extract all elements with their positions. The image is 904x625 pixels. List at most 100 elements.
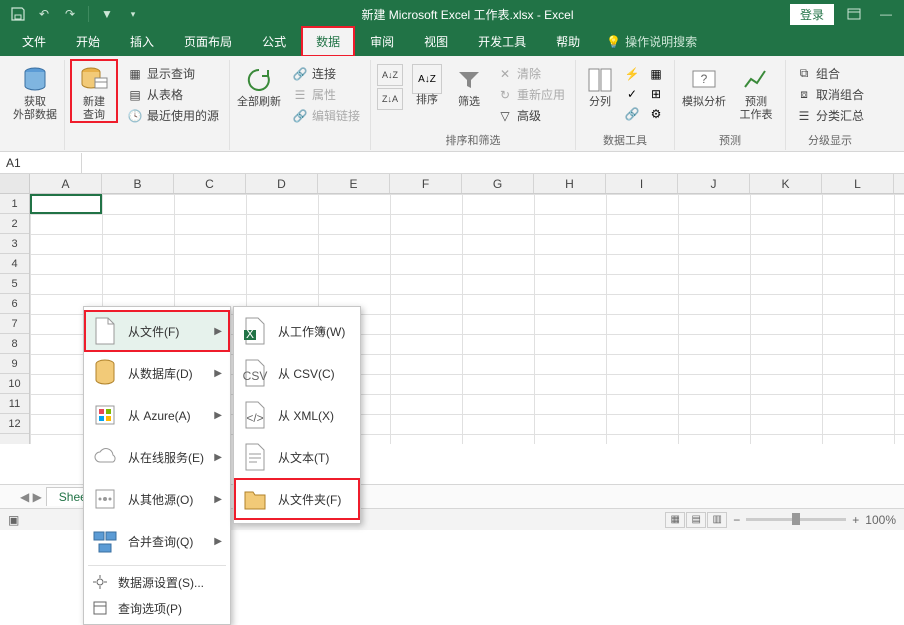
- flash-fill-icon[interactable]: ⚡: [624, 66, 640, 82]
- row-header[interactable]: 11: [0, 394, 29, 414]
- col-header[interactable]: J: [678, 174, 750, 193]
- name-box[interactable]: A1: [0, 153, 82, 173]
- col-header[interactable]: H: [534, 174, 606, 193]
- col-header[interactable]: C: [174, 174, 246, 193]
- new-query-button[interactable]: 新建 查询: [71, 60, 117, 122]
- tab-developer[interactable]: 开发工具: [464, 27, 540, 56]
- forecast-sheet-button[interactable]: 预测 工作表: [733, 60, 779, 122]
- tab-view[interactable]: 视图: [410, 27, 462, 56]
- col-header[interactable]: E: [318, 174, 390, 193]
- filter-icon[interactable]: ▼: [95, 3, 119, 25]
- row-header[interactable]: 4: [0, 254, 29, 274]
- consolidate-icon[interactable]: ⊞: [648, 86, 664, 102]
- col-header[interactable]: F: [390, 174, 462, 193]
- menu-item[interactable]: </>从 XML(X): [234, 394, 360, 436]
- data-validation-icon[interactable]: ✓: [624, 86, 640, 102]
- menu-item[interactable]: 从在线服务(E)▶: [84, 436, 230, 478]
- tab-review[interactable]: 审阅: [356, 27, 408, 56]
- tab-insert[interactable]: 插入: [116, 27, 168, 56]
- ungroup-button[interactable]: ⧈取消组合: [792, 85, 868, 104]
- qat-customize-icon[interactable]: ▾: [121, 3, 145, 25]
- row-header[interactable]: 12: [0, 414, 29, 434]
- row-header[interactable]: 6: [0, 294, 29, 314]
- menu-item[interactable]: CSV从 CSV(C): [234, 352, 360, 394]
- col-header[interactable]: I: [606, 174, 678, 193]
- menu-item[interactable]: 从文本(T): [234, 436, 360, 478]
- menu-item[interactable]: 数据源设置(S)...: [84, 569, 230, 595]
- menu-item[interactable]: 从数据库(D)▶: [84, 352, 230, 394]
- login-button[interactable]: 登录: [790, 4, 834, 25]
- remove-duplicates-icon[interactable]: ▦: [648, 66, 664, 82]
- cloud-icon: [90, 442, 120, 472]
- sort-za-button[interactable]: Z↓A: [377, 88, 403, 110]
- refresh-all-button[interactable]: 全部刷新: [236, 60, 282, 109]
- quick-access-toolbar: ↶ ↷ ▼ ▾: [6, 3, 145, 25]
- minimize-icon[interactable]: —: [874, 3, 898, 25]
- advanced-filter-button[interactable]: ▽高级: [493, 106, 569, 125]
- zoom-thumb[interactable]: [792, 513, 800, 525]
- menu-item[interactable]: 从文件夹(F): [234, 478, 360, 520]
- text-to-columns-button[interactable]: 分列: [582, 60, 618, 109]
- show-queries-button[interactable]: ▦显示查询: [123, 64, 223, 83]
- menu-item[interactable]: 合并查询(Q)▶: [84, 520, 230, 562]
- zoom-level[interactable]: 100%: [865, 513, 896, 527]
- recent-sources-button[interactable]: 🕓最近使用的源: [123, 106, 223, 125]
- redo-icon[interactable]: ↷: [58, 3, 82, 25]
- subtotal-button[interactable]: ☰分类汇总: [792, 106, 868, 125]
- col-header[interactable]: G: [462, 174, 534, 193]
- tab-help[interactable]: 帮助: [542, 27, 594, 56]
- connections-button[interactable]: 🔗连接: [288, 64, 364, 83]
- page-layout-view-button[interactable]: ▤: [686, 512, 706, 528]
- page-break-view-button[interactable]: ▥: [707, 512, 727, 528]
- filter-button[interactable]: 筛选: [451, 60, 487, 109]
- menu-item[interactable]: X从工作簿(W): [234, 310, 360, 352]
- get-external-data-button[interactable]: 获取 外部数据: [12, 60, 58, 122]
- submenu-arrow-icon: ▶: [214, 410, 222, 421]
- undo-icon[interactable]: ↶: [32, 3, 56, 25]
- save-icon[interactable]: [6, 3, 30, 25]
- menu-item[interactable]: 从 Azure(A)▶: [84, 394, 230, 436]
- sort-az-button[interactable]: A↓Z: [377, 64, 403, 86]
- tab-formulas[interactable]: 公式: [248, 27, 300, 56]
- active-cell-a1[interactable]: [30, 194, 102, 214]
- menu-item[interactable]: 查询选项(P): [84, 595, 230, 621]
- col-header[interactable]: L: [822, 174, 894, 193]
- tab-home[interactable]: 开始: [62, 27, 114, 56]
- select-all-corner[interactable]: [0, 174, 30, 193]
- tab-data[interactable]: 数据: [302, 27, 354, 56]
- col-header[interactable]: K: [750, 174, 822, 193]
- row-header[interactable]: 2: [0, 214, 29, 234]
- record-macro-icon[interactable]: ▣: [8, 513, 19, 527]
- manage-model-icon[interactable]: ⚙: [648, 106, 664, 122]
- tab-file[interactable]: 文件: [8, 27, 60, 56]
- row-header[interactable]: 7: [0, 314, 29, 334]
- row-header[interactable]: 8: [0, 334, 29, 354]
- relationships-icon[interactable]: 🔗: [624, 106, 640, 122]
- title-bar: ↶ ↷ ▼ ▾ 新建 Microsoft Excel 工作表.xlsx - Ex…: [0, 0, 904, 28]
- zoom-slider[interactable]: [746, 518, 846, 521]
- group-button[interactable]: ⧉组合: [792, 64, 868, 83]
- ribbon-options-icon[interactable]: [842, 3, 866, 25]
- col-header[interactable]: B: [102, 174, 174, 193]
- menu-item[interactable]: 从其他源(O)▶: [84, 478, 230, 520]
- col-header[interactable]: D: [246, 174, 318, 193]
- from-table-button[interactable]: ▤从表格: [123, 85, 223, 104]
- sheet-nav-arrows[interactable]: ◀ ▶: [20, 490, 42, 504]
- menu-item[interactable]: 从文件(F)▶: [84, 310, 230, 352]
- normal-view-button[interactable]: ▦: [665, 512, 685, 528]
- row-header[interactable]: 5: [0, 274, 29, 294]
- properties-icon: ☰: [292, 87, 308, 103]
- tab-pagelayout[interactable]: 页面布局: [170, 27, 246, 56]
- zoom-out-button[interactable]: −: [733, 513, 740, 527]
- row-header[interactable]: 1: [0, 194, 29, 214]
- what-if-button[interactable]: ? 模拟分析: [681, 60, 727, 109]
- col-header[interactable]: A: [30, 174, 102, 193]
- row-header[interactable]: 10: [0, 374, 29, 394]
- row-header[interactable]: 9: [0, 354, 29, 374]
- tell-me-search[interactable]: 💡 操作说明搜索: [596, 27, 707, 56]
- sort-button[interactable]: A↓Z 排序: [409, 60, 445, 107]
- row-header[interactable]: 3: [0, 234, 29, 254]
- zoom-in-button[interactable]: +: [852, 513, 859, 527]
- new-query-icon: [78, 64, 110, 96]
- reapply-filter-button: ↻重新应用: [493, 85, 569, 104]
